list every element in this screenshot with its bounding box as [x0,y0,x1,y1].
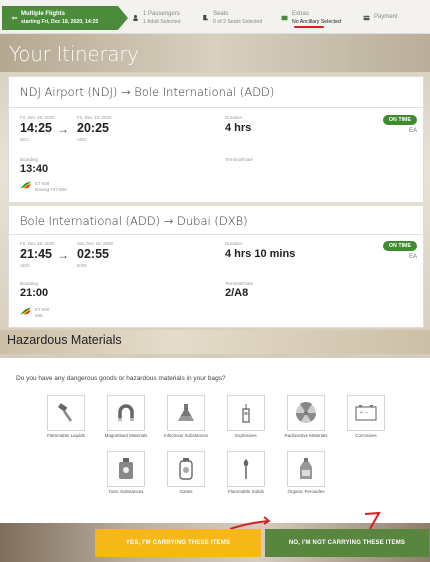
page-title: Your Itinerary [9,42,139,66]
status-badge: ON TIME [382,115,417,125]
flight-card: Bole International (ADD) → Dubai (DXB) F… [8,205,425,328]
departure-time: 14:25 [20,121,52,135]
booking-progress-bar: Multiple Flights starting Fri, Dec 18, 2… [0,0,430,34]
arrow-icon: → [57,248,69,262]
plane-icon [10,15,17,21]
departure-date: Fri, Dec 18, 2020 [20,115,55,120]
divider [9,234,425,235]
step-sublabel: 1 Adult Selected [143,18,181,25]
airline-logo-icon [20,307,31,315]
hazard-title: Hazardous Materials [7,333,122,347]
flight-route: Bole International (ADD) → Dubai (DXB) [20,214,248,228]
step-label: Seats [213,11,229,17]
arrival-code: DXB [77,263,87,268]
duration-value: 4 hrs 10 mins [225,248,296,260]
hazard-item-label: Gases [179,489,193,494]
duration-label: Duration [225,241,243,246]
step-label: Payment [374,14,398,21]
hazard-item-toxic-substances[interactable]: Toxic Substances [103,451,149,502]
hazard-item-organic-peroxides[interactable]: Organic Peroxides [283,451,329,502]
hazard-item-label: Infectious Substances [163,433,209,438]
annotation-arrow-no [364,511,381,530]
flight-card: NDJ Airport (NDJ) → Bole International (… [8,76,425,203]
duration-value: 4 hrs [225,122,252,134]
hazard-item-explosives[interactable]: Explosives [223,395,269,446]
hazard-item-gases[interactable]: Gases [163,451,209,502]
hazard-item-label: Organic Peroxides [287,489,325,494]
hazard-item-label: Toxic Substances [108,489,144,494]
step-sublabel: 0 of 2 Seats Selected [213,18,263,25]
arrival-date: Sat, Dec 19, 2020 [77,241,114,246]
gas-canister-icon [179,458,193,480]
boarding-label: Boarding [20,281,39,286]
hazard-item-label: Corrosives [355,433,377,438]
hazard-item-magnetised-materials[interactable]: Magnetised Materials [103,395,149,446]
divider [9,107,425,108]
step-payment[interactable]: Payment [363,7,398,29]
toxic-bottle-icon [119,458,133,479]
terminal-label: Terminal/Gate [225,157,254,162]
step-sublabel: starting Fri, Dec 18, 2020, 14:25 [21,18,99,25]
hazard-item-label: Flammable Solids [228,489,264,494]
hazard-question: Do you have any dangerous goods or hazar… [16,375,226,382]
hazard-item-label: Explosives [235,433,257,438]
step-multiple-flights[interactable]: Multiple Flights starting Fri, Dec 18, 2… [2,6,128,30]
not-carrying-button[interactable]: NO, I'M NOT CARRYING THESE ITEMS [265,529,429,557]
departure-code: NDJ [20,137,29,142]
step-seats[interactable]: Seats 0 of 2 Seats Selected [202,7,262,29]
svg-text:+ −: + − [359,410,369,416]
arrival-code: ADD [77,137,87,142]
step-label: Extras [292,11,310,17]
departure-code: ADD [20,263,30,268]
airline-code: EA [408,128,417,134]
boarding-label: Boarding [20,157,39,162]
hazard-item-label: Radioactive Materials [284,433,328,438]
paintbrush-icon [58,403,73,422]
annotation-underline [294,26,324,28]
aircraft-type: Boeing 737-800 [35,187,67,192]
person-icon [133,15,138,21]
magnet-icon [118,404,134,421]
hazard-item-infectious-substances[interactable]: Infectious Substances [163,395,209,446]
flight-route: NDJ Airport (NDJ) → Bole International (… [20,85,275,99]
step-label: 1 Passengers [143,11,180,17]
bottle-icon [300,458,312,479]
match-icon [243,459,249,479]
hazard-item-label: Flammable Liquids [47,433,85,438]
hazard-item-radioactive-materials[interactable]: Radioactive Materials [283,395,329,446]
yes-carrying-button[interactable]: YES, I'M CARRYING THESE ITEMS [95,529,261,557]
radioactive-icon [296,402,316,423]
aircraft-type: 888 [35,313,43,318]
boarding-time: 13:40 [20,163,49,175]
departure-time: 21:45 [20,247,52,261]
status-badge: ON TIME [382,241,417,251]
seat-icon [203,15,208,21]
step-passengers[interactable]: 1 Passengers 1 Adult Selected [132,7,181,29]
battery-icon: + − [355,405,377,421]
hazard-item-label: Magnetised Materials [104,433,148,438]
departure-date: Fri, Dec 18, 2020 [20,241,55,246]
terminal-value: 2/A8 [225,287,249,299]
hazard-item-flammable-liquids[interactable]: Flammable Liquids [43,395,89,446]
flask-icon [178,404,194,421]
card-icon [363,15,370,21]
duration-label: Duration [225,115,243,120]
arrival-time: 20:25 [77,121,109,135]
arrival-date: Fri, Dec 18, 2020 [77,115,112,120]
flight-number: ET 600 [35,307,50,312]
step-sublabel: No Ancillary Selected [292,18,342,25]
boarding-time: 21:00 [20,287,49,299]
extras-icon [281,15,288,21]
firework-icon [242,404,250,423]
arrow-icon: → [57,122,69,136]
arrival-time: 02:55 [77,247,109,261]
step-label: Multiple Flights [21,11,65,17]
flight-number: ET 938 [35,181,50,186]
hazard-item-corrosives[interactable]: + − Corrosives [343,395,389,446]
airline-code: EA [408,254,417,260]
hazard-item-flammable-solids[interactable]: Flammable Solids [223,451,269,502]
airline-logo-icon [20,181,31,189]
terminal-label: Terminal/Gate [225,281,254,286]
